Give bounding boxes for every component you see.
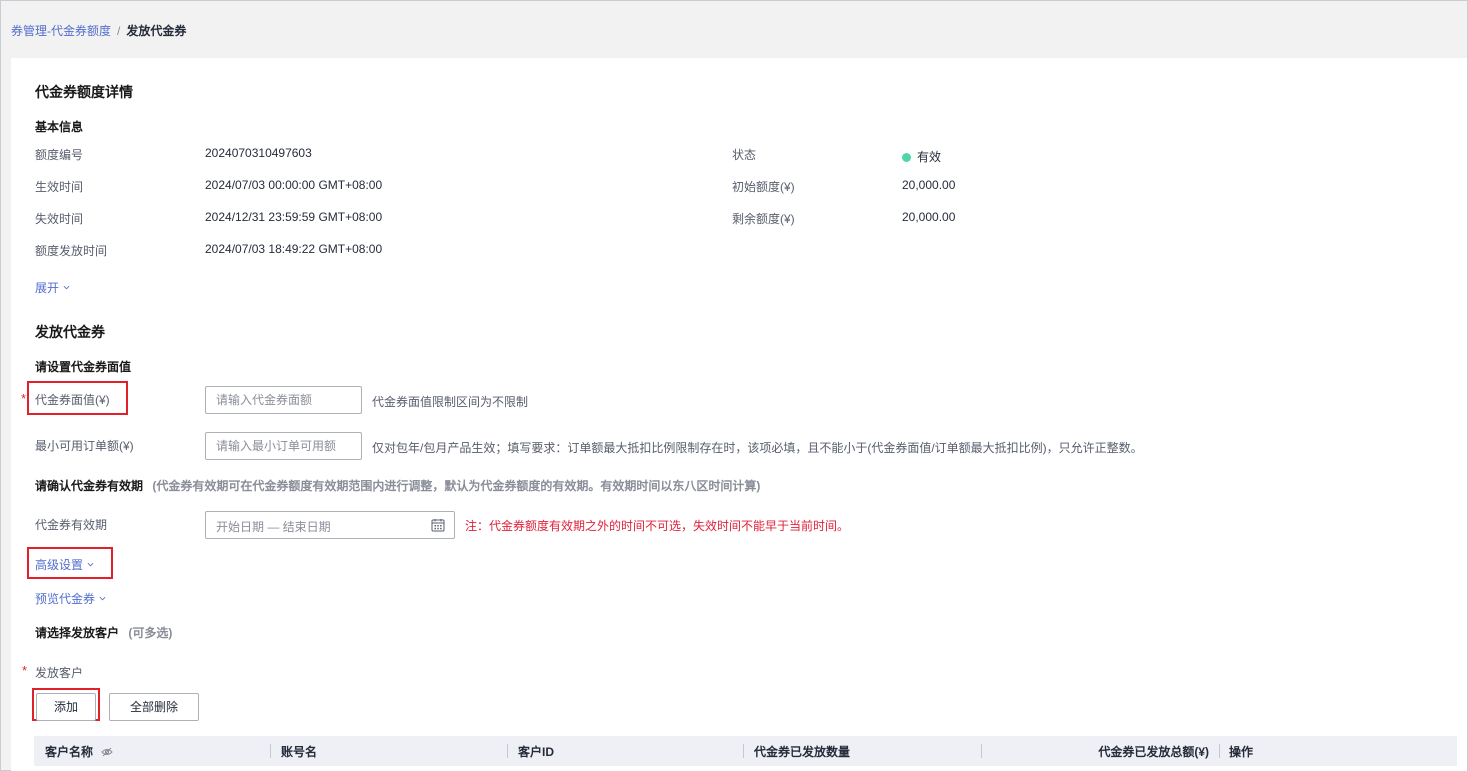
delete-all-button[interactable]: 全部删除	[109, 693, 199, 721]
chevron-down-icon	[87, 562, 94, 567]
expand-link[interactable]: 展开	[35, 279, 70, 296]
detail-title: 代金券额度详情	[35, 84, 133, 100]
advanced-settings-label: 高级设置	[35, 558, 84, 572]
validity-section-header: 请确认代金券有效期 (代金券有效期可在代金券额度有效期范围内进行调整，默认为代金…	[35, 477, 760, 494]
quota-no-label: 额度编号	[35, 148, 84, 162]
chevron-down-icon	[63, 285, 70, 290]
column-customer-name[interactable]: 客户名称	[45, 743, 114, 760]
calendar-icon	[431, 519, 445, 532]
remaining-quota-value: 20,000.00	[902, 210, 956, 224]
column-divider	[743, 744, 744, 758]
face-value-hint: 代金券面值限制区间为不限制	[372, 395, 529, 409]
face-value-section-title: 请设置代金券面值	[35, 360, 132, 374]
validity-label: 代金券有效期	[35, 518, 108, 532]
customer-label: 发放客户	[35, 666, 84, 680]
chevron-down-icon	[99, 596, 106, 601]
validity-section-title: 请确认代金券有效期	[35, 479, 144, 493]
preview-voucher-label: 预览代金券	[35, 592, 96, 606]
expire-time-value: 2024/12/31 23:59:59 GMT+08:00	[205, 210, 383, 224]
quota-no-value: 2024070310497603	[205, 146, 312, 160]
min-order-label: 最小可用订单额(¥)	[35, 439, 134, 453]
column-issued-count: 代金券已发放数量	[754, 745, 851, 759]
validity-date-placeholder: 开始日期 — 结束日期	[216, 520, 331, 534]
basic-info-title: 基本信息	[35, 120, 84, 134]
preview-voucher-link[interactable]: 预览代金券	[35, 590, 106, 607]
effective-time-value: 2024/07/03 00:00:00 GMT+08:00	[205, 178, 383, 192]
column-divider	[507, 744, 508, 758]
breadcrumb-parent-link[interactable]: 券管理-代金券额度	[11, 24, 111, 38]
customer-table-header: 客户名称 账号名 客户ID 代金券已发放数量 代金券已发放总额(¥) 操作	[34, 736, 1457, 766]
column-actions: 操作	[1229, 745, 1254, 759]
column-divider	[270, 744, 271, 758]
column-customer-id: 客户ID	[518, 745, 555, 759]
status-dot-icon	[902, 153, 911, 162]
customer-section-title: 请选择发放客户	[35, 626, 120, 640]
issued-time-value: 2024/07/03 18:49:22 GMT+08:00	[205, 242, 383, 256]
breadcrumb-separator: /	[117, 24, 121, 38]
min-order-hint: 仅对包年/包月产品生效；填写要求：订单额最大抵扣比例限制存在时，该项必填，且不能…	[372, 441, 1143, 455]
page-frame: 券管理-代金券额度 / 发放代金券 代金券额度详情 基本信息 额度编号 202407…	[0, 0, 1468, 771]
add-customer-button[interactable]: 添加	[36, 693, 96, 721]
eye-icon[interactable]	[101, 747, 114, 757]
initial-quota-label: 初始额度(¥)	[732, 180, 795, 194]
status-value: 有效	[917, 150, 942, 164]
column-issued-total: 代金券已发放总额(¥)	[1098, 745, 1209, 759]
expire-time-label: 失效时间	[35, 212, 84, 226]
column-customer-name-label: 客户名称	[45, 745, 94, 759]
required-star: *	[22, 663, 28, 678]
face-value-label: 代金券面值(¥)	[35, 393, 110, 407]
column-account-name: 账号名	[281, 745, 318, 759]
issue-title: 发放代金券	[35, 324, 105, 340]
breadcrumb: 券管理-代金券额度 / 发放代金券	[11, 23, 186, 39]
required-star: *	[21, 391, 27, 406]
validity-section-hint: (代金券有效期可在代金券额度有效期范围内进行调整，默认为代金券额度的有效期。有效…	[152, 479, 761, 493]
customer-section-header: 请选择发放客户 (可多选)	[35, 624, 172, 641]
customer-section-hint: (可多选)	[128, 626, 173, 640]
initial-quota-value: 20,000.00	[902, 178, 956, 192]
effective-time-label: 生效时间	[35, 180, 84, 194]
validity-date-range-picker[interactable]: 开始日期 — 结束日期	[205, 511, 455, 539]
validity-note: 注：代金券额度有效期之外的时间不可选，失效时间不能早于当前时间。	[465, 519, 850, 533]
column-divider	[981, 744, 982, 758]
issued-time-label: 额度发放时间	[35, 244, 108, 258]
min-order-input[interactable]	[205, 432, 362, 460]
breadcrumb-current: 发放代金券	[126, 24, 187, 38]
status-badge: 有效	[902, 148, 941, 165]
content-card: 代金券额度详情 基本信息 额度编号 2024070310497603 生效时间 …	[11, 58, 1467, 771]
face-value-input[interactable]	[205, 386, 362, 414]
advanced-settings-link[interactable]: 高级设置	[35, 556, 94, 573]
expand-label: 展开	[35, 281, 60, 295]
remaining-quota-label: 剩余额度(¥)	[732, 212, 795, 226]
column-divider	[1219, 744, 1220, 758]
status-label: 状态	[732, 148, 757, 162]
